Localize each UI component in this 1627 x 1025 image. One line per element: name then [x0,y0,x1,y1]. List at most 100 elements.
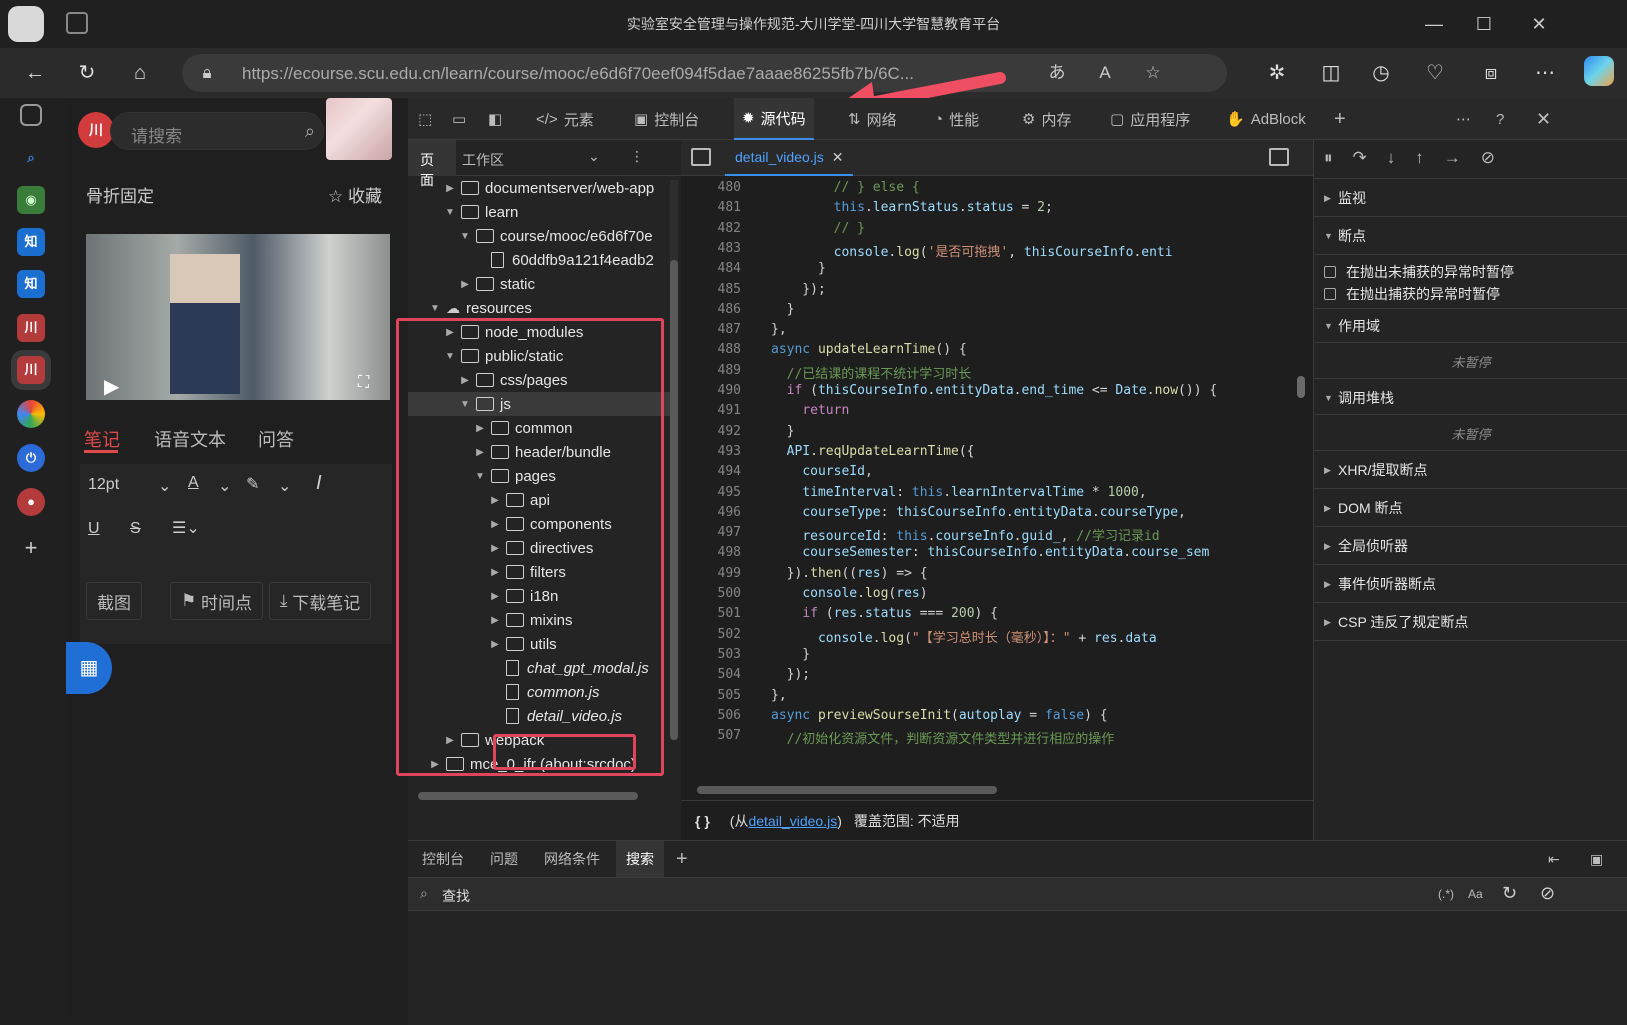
tree-item[interactable]: ▶ documentserver/web-app [408,176,670,200]
power-icon[interactable]: ⏻ [17,444,45,472]
chrome-icon[interactable] [17,400,45,428]
scu-icon[interactable]: 川 [17,314,45,342]
search-icon[interactable]: ⌕ [305,121,315,142]
drawer-tab-console[interactable]: 控制台 [412,841,474,877]
status-source-link[interactable]: detail_video.js [748,813,837,829]
global-listeners-section[interactable]: ▶ 全局侦听器 [1324,536,1408,556]
address-bar[interactable]: 🔒︎ https://ecourse.scu.edu.cn/learn/cour… [182,54,1227,92]
drawer-tab-issues[interactable]: 问题 [480,841,528,877]
add-sidebar-icon[interactable]: + [17,534,45,562]
tab-application[interactable]: ▢ 应用程序 [1102,98,1198,140]
scu-active-icon[interactable]: 川 [17,356,45,384]
close-window-icon[interactable]: ✕ [1525,10,1553,38]
line-number[interactable]: 503 [681,647,741,662]
line-number[interactable]: 497 [681,525,741,540]
code-line[interactable]: courseId, [771,464,872,479]
line-number[interactable]: 486 [681,302,741,317]
code-line[interactable]: } [771,302,795,317]
drawer-tab-network-conditions[interactable]: 网络条件 [534,841,610,877]
code-line[interactable]: // } else { [771,180,920,195]
line-number[interactable]: 505 [681,688,741,703]
code-h-scrollbar[interactable] [697,786,997,794]
home-icon[interactable]: ⌂ [125,58,155,88]
tab-panel-icon[interactable] [20,104,42,126]
clear-search-icon[interactable]: ⊘ [1540,883,1555,904]
line-number[interactable]: 499 [681,566,741,581]
more-icon[interactable]: ⋯ [1530,58,1560,88]
dock-drawer-icon[interactable]: ⇤ [1538,841,1570,877]
font-size-select[interactable]: 12pt [88,476,119,494]
pause-caught-checkbox[interactable]: 在抛出捕获的异常时暂停 [1324,284,1500,304]
tab-memory[interactable]: ⚙ 内存 [1014,98,1079,140]
event-breakpoints-section[interactable]: ▶ 事件侦听器断点 [1324,574,1436,594]
code-line[interactable]: console.log(res) [771,586,927,601]
close-devtools-icon[interactable]: ✕ [1528,98,1559,140]
tab-elements[interactable]: </> 元素 [528,98,602,140]
xhr-breakpoints-section[interactable]: ▶ XHR/提取断点 [1324,460,1427,480]
code-line[interactable]: } [771,424,795,439]
line-number[interactable]: 482 [681,221,741,236]
code-line[interactable]: console.log('是否可拖拽', thisCourseInfo.enti [771,241,1173,260]
history-icon[interactable]: ◷ [1366,58,1396,88]
tab-console[interactable]: ▣ 控制台 [626,98,707,140]
dock-icon[interactable]: ◧ [480,98,510,140]
pause-icon[interactable]: ⏸ [1324,148,1333,168]
search-input[interactable]: 请搜索 ⌕ [110,112,324,150]
tab-workspace[interactable]: 工作区 [462,150,504,170]
collect-button[interactable]: ☆ 收藏 [328,182,382,207]
line-number[interactable]: 504 [681,667,741,682]
deactivate-breakpoints-icon[interactable]: ⊘ [1481,148,1495,168]
toggle-debugger-icon[interactable] [1269,148,1289,166]
tree-item[interactable]: ▼ learn [408,200,670,224]
expand-arrow-icon[interactable]: ▼ [443,207,457,218]
italic-icon[interactable]: I [316,472,322,495]
pause-uncaught-checkbox[interactable]: 在抛出未捕获的异常时暂停 [1324,262,1514,282]
line-number[interactable]: 495 [681,485,741,500]
line-number[interactable]: 491 [681,403,741,418]
checkbox-icon[interactable] [1324,288,1336,300]
line-number[interactable]: 502 [681,627,741,642]
add-tab-icon[interactable]: + [1326,98,1354,140]
code-line[interactable]: resourceId: this.courseInfo.guid_, //学习记… [771,525,1159,544]
play-icon[interactable]: ▶ [104,374,119,399]
user-avatar[interactable] [326,98,392,160]
favorite-star-icon[interactable]: ☆ [1140,60,1166,86]
chevron-down-icon[interactable]: ⌄ [218,476,231,496]
tree-item[interactable]: 60ddfb9a121f4eadb2 [408,248,670,272]
align-icon[interactable]: ☰⌄ [172,518,200,538]
tab-page[interactable]: 页面 [408,140,456,188]
callstack-section[interactable]: ▼ 调用堆栈 [1324,388,1394,408]
split-screen-icon[interactable]: ◫ [1316,58,1346,88]
tab-notes[interactable]: 笔记 [84,426,120,452]
more-options-icon[interactable]: ⋯ [1448,98,1479,140]
csp-breakpoints-section[interactable]: ▶ CSP 违反了规定断点 [1324,612,1468,632]
read-aloud-icon[interactable]: A [1092,60,1118,86]
code-line[interactable]: }); [771,282,826,297]
search-icon[interactable]: ⌕ [17,144,45,172]
screenshot-button[interactable]: 截图 [86,582,142,620]
code-line[interactable]: courseType: thisCourseInfo.entityData.co… [771,505,1186,520]
line-number[interactable]: 507 [681,728,741,743]
translate-icon[interactable]: あ [1044,60,1070,86]
apps-grid-icon[interactable]: ▦ [66,642,112,694]
step-over-icon[interactable]: ↷ [1353,148,1367,168]
health-icon[interactable]: ♡ [1420,58,1450,88]
tree-item[interactable]: ▼ ☁ resources [408,296,670,320]
code-line[interactable]: timeInterval: this.learnIntervalTime * 1… [771,485,1146,500]
file-tab[interactable]: detail_video.js ✕ [725,140,854,176]
tree-item[interactable]: ▼ course/mooc/e6d6f70e [408,224,670,248]
case-toggle[interactable]: Aa [1468,887,1483,901]
inspect-icon[interactable]: ⬚ [410,98,440,140]
strikethrough-icon[interactable]: S [130,520,141,538]
chevron-down-icon[interactable]: ⌄ [158,476,171,496]
pretty-print-icon[interactable]: { } [695,813,710,829]
code-line[interactable]: // } [771,221,865,236]
tree-item[interactable]: ▶ static [408,272,670,296]
help-icon[interactable]: ? [1488,98,1512,140]
tab-qa[interactable]: 问答 [258,426,294,452]
code-line[interactable]: //已结课的课程不统计学习时长 [771,363,972,382]
line-number[interactable]: 481 [681,200,741,215]
chevron-down-icon[interactable]: ⌄ [588,148,600,165]
line-number[interactable]: 485 [681,282,741,297]
step-into-icon[interactable]: ↓ [1387,148,1396,168]
